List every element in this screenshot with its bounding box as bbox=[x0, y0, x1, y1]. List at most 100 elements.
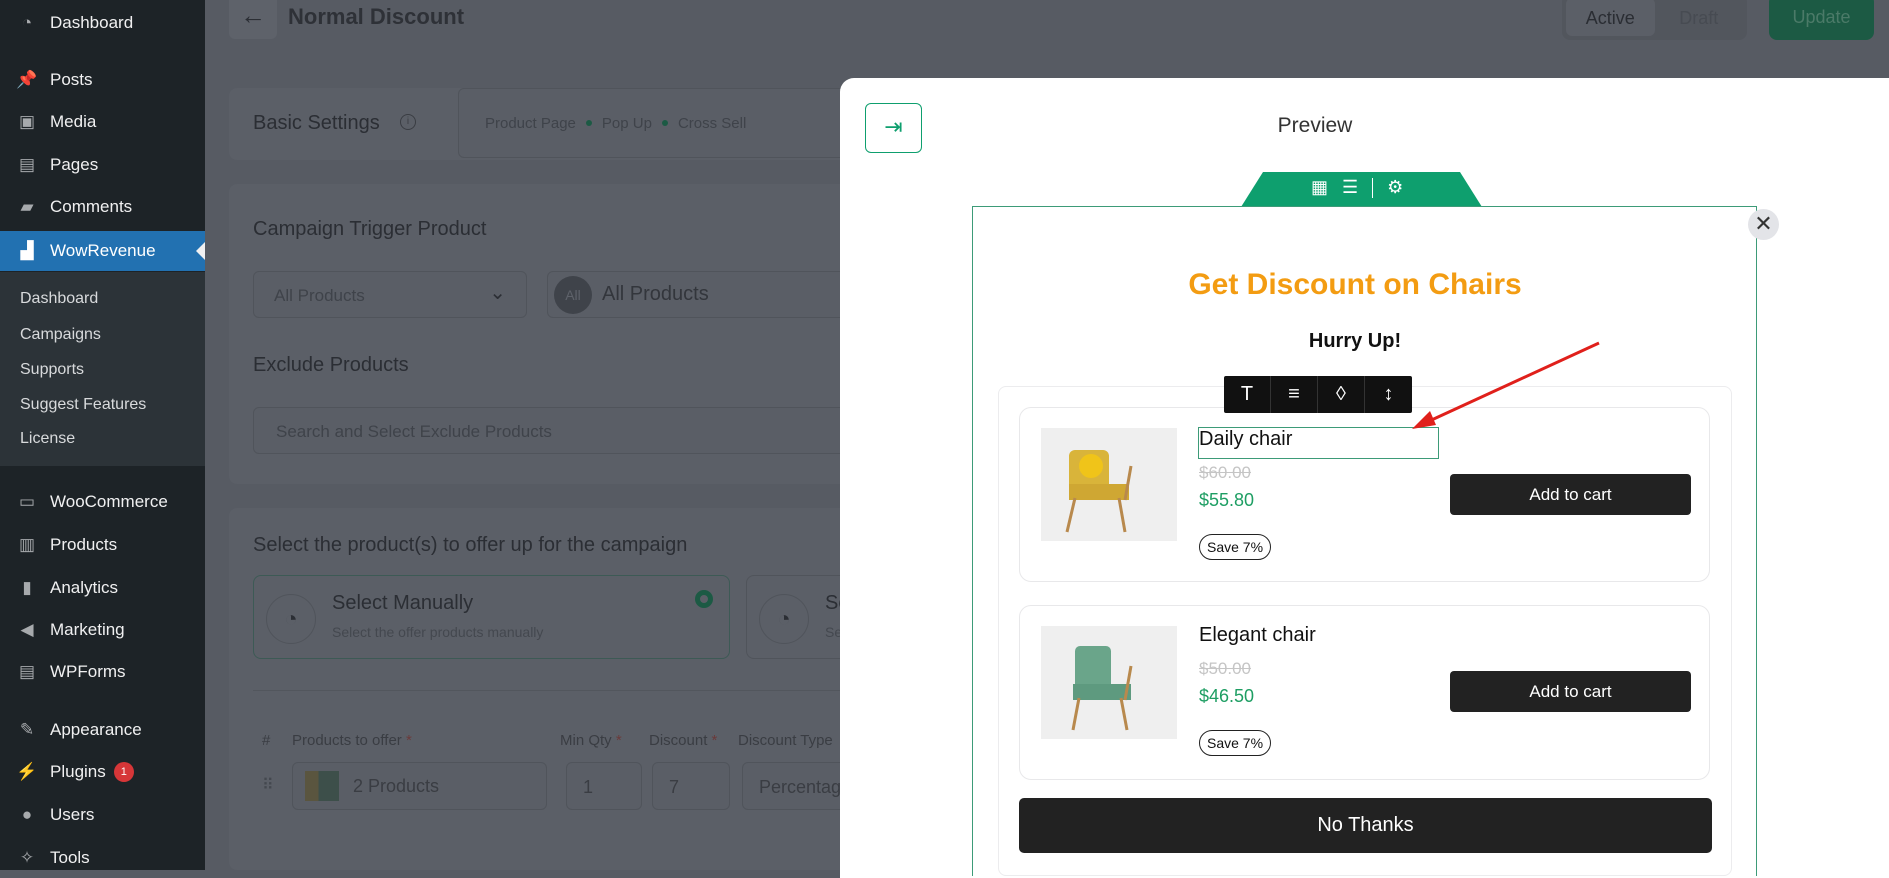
sidebar-item-woocommerce[interactable]: ▭ WooCommerce bbox=[0, 482, 205, 522]
sidebar-item-label: Dashboard bbox=[50, 13, 134, 32]
sidebar-item-plugins[interactable]: ⚡ Plugins 1 bbox=[0, 752, 205, 792]
submenu-supports[interactable]: Supports bbox=[20, 361, 84, 379]
sidebar-item-label: Users bbox=[50, 805, 95, 824]
exclude-search-input[interactable]: Search and Select Exclude Products bbox=[253, 407, 863, 454]
popup-title[interactable]: Get Discount on Chairs bbox=[1055, 268, 1655, 302]
no-thanks-button[interactable]: No Thanks bbox=[1019, 798, 1712, 853]
sidebar-item-label: WowRevenue bbox=[50, 241, 156, 260]
page-title: Normal Discount bbox=[288, 4, 465, 29]
offer-card bbox=[229, 508, 869, 870]
archive-icon: ▥ bbox=[18, 535, 36, 554]
submenu-suggest-features[interactable]: Suggest Features bbox=[20, 396, 146, 414]
pages-icon: ▤ bbox=[18, 155, 36, 174]
trigger-chip[interactable]: All All Products bbox=[547, 271, 867, 318]
wowrevenue-submenu: Dashboard Campaigns Supports Suggest Fea… bbox=[0, 272, 205, 466]
add-to-cart-button[interactable]: Add to cart bbox=[1450, 474, 1691, 515]
product-thumbnails bbox=[305, 771, 339, 801]
collapse-panel-button[interactable]: ⇥ bbox=[865, 103, 922, 153]
exclude-title: Exclude Products bbox=[253, 354, 409, 376]
products-to-offer-field[interactable]: 2 Products bbox=[292, 762, 547, 810]
sidebar-item-appearance[interactable]: ✎ Appearance bbox=[0, 710, 205, 750]
exclude-placeholder: Search and Select Exclude Products bbox=[276, 422, 552, 441]
info-icon[interactable]: i bbox=[400, 114, 416, 130]
offer-title: Select the product(s) to offer up for th… bbox=[253, 534, 688, 556]
product-name[interactable]: Elegant chair bbox=[1199, 624, 1316, 647]
sidebar-item-wpforms[interactable]: ▤ WPForms bbox=[0, 652, 205, 692]
sidebar-item-users[interactable]: ● Users bbox=[0, 795, 205, 835]
manual-title: Select Manually bbox=[332, 592, 474, 614]
col-products: Products to offer * bbox=[292, 732, 412, 749]
close-button[interactable]: ✕ bbox=[1748, 209, 1779, 240]
sidebar-item-posts[interactable]: 📌 Posts bbox=[0, 60, 205, 100]
drag-handle-icon[interactable]: ⠿ bbox=[262, 775, 274, 795]
arrow-right-to-line-icon: ⇥ bbox=[884, 114, 903, 139]
product-card: Elegant chair $50.00 $46.50 Save 7% Add … bbox=[1019, 605, 1710, 780]
pin-icon: 📌 bbox=[16, 70, 38, 89]
add-to-cart-button[interactable]: Add to cart bbox=[1450, 671, 1691, 712]
submenu-dashboard[interactable]: Dashboard bbox=[20, 290, 98, 308]
list-icon[interactable]: ☰ bbox=[1342, 177, 1358, 198]
sale-price: $55.80 bbox=[1199, 490, 1255, 510]
sidebar-item-label: Plugins bbox=[50, 762, 106, 781]
sidebar-item-media[interactable]: ▣ Media bbox=[0, 102, 205, 142]
typography-icon[interactable]: T bbox=[1224, 376, 1271, 413]
col-discount: Discount * bbox=[649, 732, 718, 749]
all-icon: All bbox=[554, 275, 592, 314]
sidebar-item-analytics[interactable]: ▮ Analytics bbox=[0, 568, 205, 608]
discount-input[interactable]: 7 bbox=[652, 762, 730, 810]
update-count-badge: 1 bbox=[113, 762, 134, 782]
text-toolbar: T ≡ ◊ ↕ bbox=[1224, 376, 1412, 413]
status-active[interactable]: Active bbox=[1566, 0, 1655, 36]
sidebar-item-comments[interactable]: ▰ Comments bbox=[0, 187, 205, 227]
brush-icon: ✎ bbox=[19, 720, 35, 739]
sidebar-item-products[interactable]: ▥ Products bbox=[0, 525, 205, 565]
back-button[interactable]: ← bbox=[229, 0, 277, 39]
product-image bbox=[1041, 428, 1177, 541]
product-image bbox=[1041, 626, 1177, 739]
trigger-select[interactable]: All Products ⌄ bbox=[253, 271, 527, 318]
save-badge: Save 7% bbox=[1199, 730, 1272, 756]
step-product-page[interactable]: Product Page bbox=[485, 115, 576, 132]
products-count: 2 Products bbox=[353, 775, 440, 796]
layout-controls: ▦ ☰ ⚙ bbox=[1311, 177, 1403, 198]
fill-color-icon[interactable]: ◊ bbox=[1318, 376, 1365, 413]
col-min-qty: Min Qty * bbox=[560, 732, 622, 749]
annotation-arrow bbox=[1412, 341, 1600, 429]
pie-chart-icon: ◔ bbox=[266, 594, 316, 644]
manual-desc: Select the offer products manually bbox=[332, 624, 544, 640]
arrow-left-icon: ← bbox=[240, 0, 266, 30]
sidebar-item-label: WooCommerce bbox=[50, 492, 168, 511]
sidebar-item-marketing[interactable]: ◀ Marketing bbox=[0, 610, 205, 650]
chip-label: All Products bbox=[602, 283, 709, 305]
submenu-campaigns[interactable]: Campaigns bbox=[20, 326, 101, 344]
dashboard-icon: ◔ bbox=[21, 13, 33, 32]
sidebar-item-label: Tools bbox=[50, 848, 90, 867]
col-discount-type: Discount Type bbox=[738, 732, 833, 749]
close-icon: ✕ bbox=[1754, 211, 1773, 236]
sidebar-item-pages[interactable]: ▤ Pages bbox=[0, 145, 205, 185]
sale-price: $46.50 bbox=[1199, 686, 1255, 706]
gear-icon[interactable]: ⚙ bbox=[1387, 177, 1403, 198]
submenu-license[interactable]: License bbox=[20, 430, 75, 448]
select-manually-option[interactable]: ◔ Select Manually Select the offer produ… bbox=[253, 575, 730, 659]
sidebar-item-label: Media bbox=[50, 112, 97, 131]
min-qty-input[interactable]: 1 bbox=[566, 762, 642, 810]
sidebar-item-dashboard[interactable]: ◔ Dashboard bbox=[0, 3, 205, 43]
sidebar-item-tools[interactable]: ✧ Tools bbox=[0, 838, 205, 878]
status-draft[interactable]: Draft bbox=[1655, 0, 1744, 36]
megaphone-icon: ◀ bbox=[20, 620, 34, 639]
update-button[interactable]: Update bbox=[1769, 0, 1874, 40]
form-icon: ▤ bbox=[18, 662, 36, 681]
align-icon[interactable]: ≡ bbox=[1271, 376, 1318, 413]
divider bbox=[253, 690, 853, 691]
step-cross-sell[interactable]: Cross Sell bbox=[678, 115, 746, 132]
sidebar-item-label: Comments bbox=[50, 197, 133, 216]
save-badge: Save 7% bbox=[1199, 534, 1272, 560]
radio-selected[interactable] bbox=[695, 590, 713, 608]
grid-icon[interactable]: ▦ bbox=[1311, 177, 1328, 198]
sidebar-item-label: Marketing bbox=[50, 620, 125, 639]
sidebar-item-wowrevenue[interactable]: ▟ WowRevenue bbox=[0, 231, 205, 271]
sidebar-item-label: WPForms bbox=[50, 662, 126, 681]
sidebar-item-label: Posts bbox=[50, 70, 93, 89]
step-pop-up[interactable]: Pop Up bbox=[602, 115, 652, 132]
